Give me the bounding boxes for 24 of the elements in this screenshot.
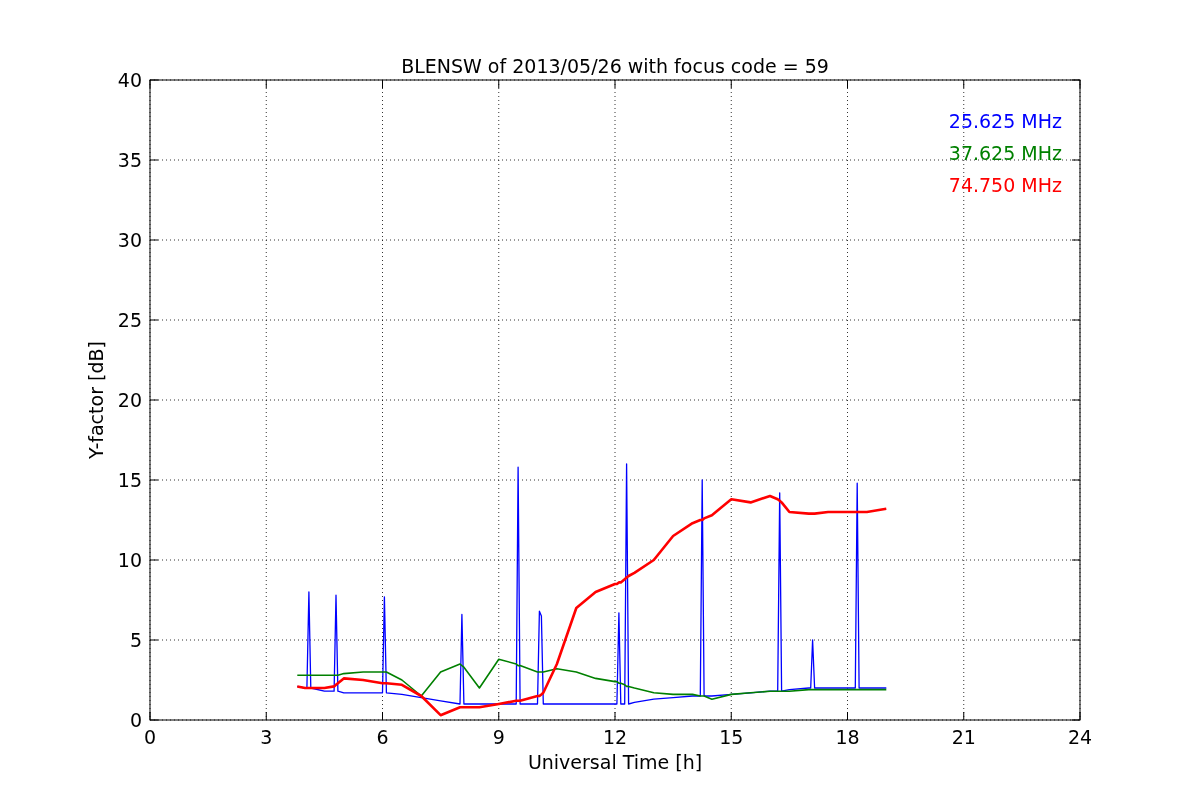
x-tick-label: 9 [492, 726, 505, 748]
y-tick-label: 40 [117, 69, 142, 91]
y-tick-label: 20 [117, 389, 142, 411]
chart-title: BLENSW of 2013/05/26 with focus code = 59 [401, 55, 829, 77]
x-axis-label: Universal Time [h] [527, 751, 703, 773]
y-tick-label: 5 [129, 629, 142, 651]
x-tick-label: 21 [951, 726, 976, 748]
y-tick-label: 15 [117, 469, 142, 491]
x-tick-label: 3 [260, 726, 273, 748]
x-tick-label: 15 [719, 726, 744, 748]
y-axis-label: Y-factor [dB] [85, 341, 107, 459]
y-tick-label: 10 [117, 549, 142, 571]
y-tick-label: 30 [117, 229, 142, 251]
x-tick-label: 24 [1067, 726, 1093, 748]
y-tick-label: 35 [117, 149, 142, 171]
y-tick-label: 0 [129, 709, 142, 731]
x-tick-label: 0 [143, 726, 157, 748]
x-tick-label: 6 [376, 726, 389, 748]
legend-label: 37.625 MHz [948, 142, 1062, 164]
legend-label: 74.750 MHz [948, 174, 1062, 196]
y-tick-label: 25 [117, 309, 142, 331]
x-tick-label: 18 [835, 726, 860, 748]
x-tick-label: 12 [602, 726, 628, 748]
legend-label: 25.625 MHz [948, 110, 1062, 132]
